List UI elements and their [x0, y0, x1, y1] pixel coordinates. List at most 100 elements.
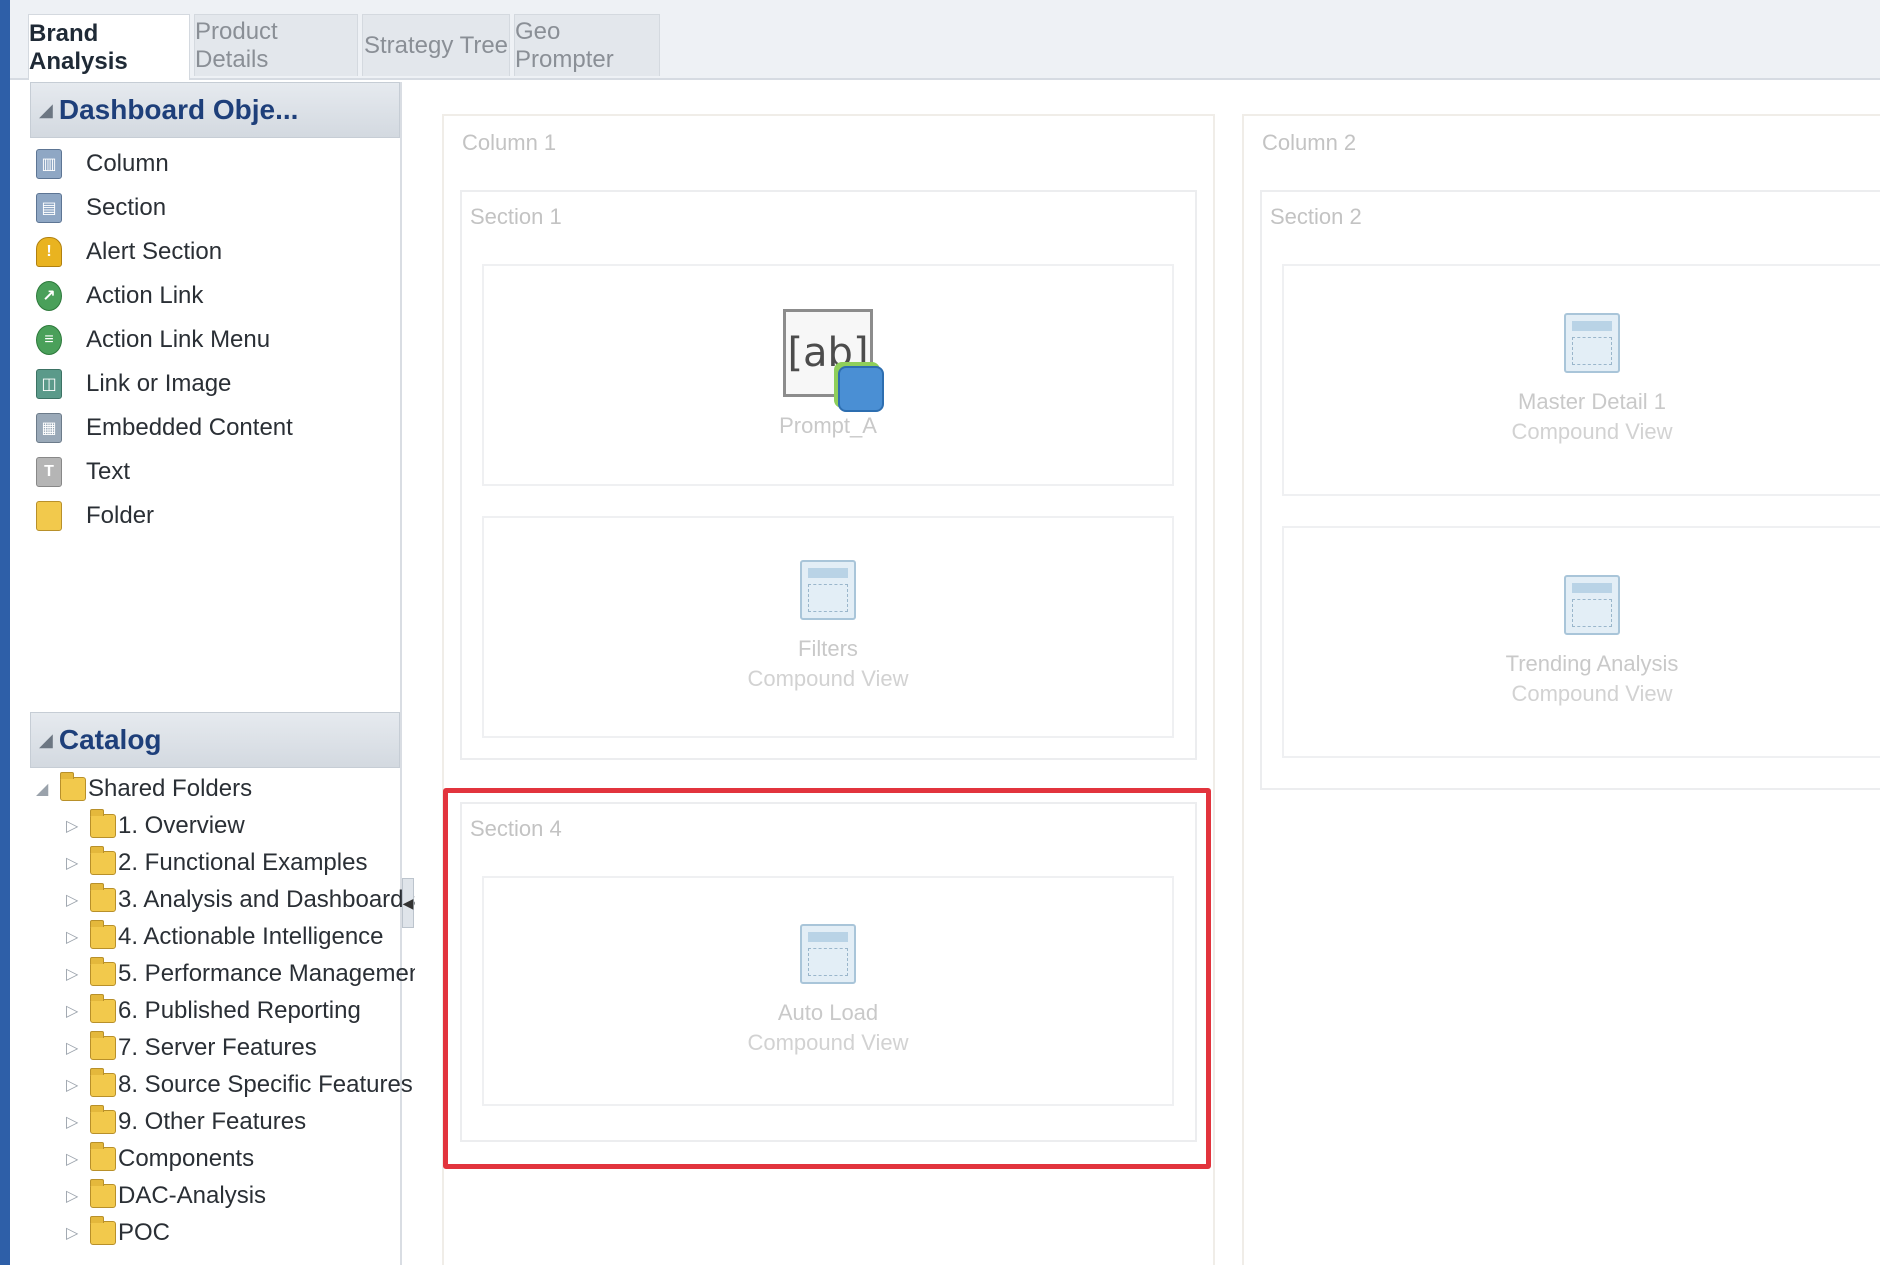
filters-view[interactable]: Filters Compound View [482, 516, 1174, 738]
tree-label: POC [118, 1219, 171, 1246]
section-4-label: Section 4 [470, 816, 562, 841]
embedded-content-icon: ▦ [36, 413, 62, 443]
folder-icon [90, 1179, 116, 1208]
auto-load-view[interactable]: Auto Load Compound View [482, 876, 1174, 1106]
object-label: Action Link [86, 282, 204, 309]
filters-subtitle: Compound View [747, 666, 909, 691]
master-detail-subtitle: Compound View [1511, 419, 1673, 444]
object-label: Section [86, 194, 167, 221]
section-4[interactable]: Section 4 Auto Load Compound View [460, 802, 1197, 1142]
tree-item[interactable]: ▷ 7. Server Features [66, 1031, 317, 1065]
tree-label: 7. Server Features [118, 1034, 317, 1061]
compound-view-icon [1564, 313, 1620, 373]
expand-arrow-icon[interactable]: ▷ [66, 816, 82, 836]
folder-icon [36, 501, 62, 531]
tree-item[interactable]: ▷ 3. Analysis and Dashboards [66, 883, 416, 917]
tree-label: Shared Folders [88, 775, 253, 802]
folder-icon [90, 957, 116, 986]
section-1-label: Section 1 [470, 204, 562, 229]
object-item-alert-section[interactable]: ! Alert Section [30, 230, 400, 274]
expand-arrow-icon[interactable]: ▷ [66, 1112, 82, 1132]
tree-item[interactable]: ▷ 2. Functional Examples [66, 846, 367, 880]
tree-item[interactable]: ▷ 1. Overview [66, 809, 245, 843]
catalog-header[interactable]: ◢ Catalog [30, 712, 400, 768]
expand-arrow-icon[interactable]: ▷ [66, 1038, 82, 1058]
folder-icon [90, 809, 116, 838]
tree-item[interactable]: ▷ 6. Published Reporting [66, 994, 361, 1028]
folder-icon [90, 1068, 116, 1097]
folder-icon [90, 883, 116, 912]
tab-geo-prompter[interactable]: Geo Prompter [514, 14, 660, 76]
tree-item[interactable]: ▷ 5. Performance Management [66, 957, 429, 991]
tree-item-shared-folders[interactable]: ◢ Shared Folders [36, 772, 252, 806]
expand-arrow-icon[interactable]: ▷ [66, 1075, 82, 1095]
object-item-action-link-menu[interactable]: ≡ Action Link Menu [30, 318, 400, 362]
folder-icon [90, 1105, 116, 1134]
tree-item[interactable]: ▷ 4. Actionable Intelligence [66, 920, 384, 954]
compound-view-icon [800, 560, 856, 620]
master-detail-view[interactable]: Master Detail 1 Compound View [1282, 264, 1880, 496]
object-item-embedded-content[interactable]: ▦ Embedded Content [30, 406, 400, 450]
tab-strategy-tree[interactable]: Strategy Tree [362, 14, 510, 76]
tree-item[interactable]: ▷ Components [66, 1142, 254, 1176]
column-1[interactable]: Column 1 Section 1 [ab] Prompt_A Filters… [442, 114, 1215, 1265]
dashboard-objects-header[interactable]: ◢ Dashboard Obje... [30, 82, 400, 138]
object-label: Text [86, 458, 131, 485]
section-2[interactable]: Section 2 Master Detail 1 Compound View … [1260, 190, 1880, 790]
trending-title: Trending Analysis [1505, 651, 1679, 676]
expand-arrow-icon[interactable]: ▷ [66, 1001, 82, 1021]
catalog-title: Catalog [58, 724, 162, 755]
expand-arrow-icon[interactable]: ▷ [66, 964, 82, 984]
folder-icon [90, 1031, 116, 1060]
prompt-overlay-icon [838, 366, 884, 412]
object-item-folder[interactable]: Folder [30, 494, 400, 538]
folder-icon [90, 846, 116, 875]
trending-subtitle: Compound View [1511, 681, 1673, 706]
expand-arrow-icon[interactable]: ▷ [66, 853, 82, 873]
master-detail-title: Master Detail 1 [1518, 389, 1666, 414]
section-1[interactable]: Section 1 [ab] Prompt_A Filters Compound… [460, 190, 1197, 760]
column-2[interactable]: Column 2 Section 2 Master Detail 1 Compo… [1242, 114, 1880, 1265]
filters-title: Filters [798, 636, 858, 661]
tree-item[interactable]: ▷ 8. Source Specific Features [66, 1068, 413, 1102]
text-icon: T [36, 457, 62, 487]
object-item-action-link[interactable]: ↗ Action Link [30, 274, 400, 318]
alert-section-icon: ! [36, 237, 62, 267]
dashboard-objects-panel: ◢ Dashboard Obje... ▥ Column ▤ Section !… [30, 82, 402, 712]
tree-label: 3. Analysis and Dashboards [118, 886, 416, 913]
dashboard-objects-title: Dashboard Obje... [58, 94, 299, 125]
tab-brand-analysis[interactable]: Brand Analysis [28, 14, 190, 80]
compound-view-icon [800, 924, 856, 984]
object-item-text[interactable]: T Text [30, 450, 400, 494]
tree-label: 2. Functional Examples [118, 849, 368, 876]
catalog-panel: ◢ Catalog ◢ Shared Folders ▷ 1. Overview… [30, 712, 429, 1265]
compound-view-icon [1564, 575, 1620, 635]
left-edge-stripe [0, 0, 10, 1265]
expand-arrow-icon[interactable]: ▷ [66, 927, 82, 947]
trending-analysis-view[interactable]: Trending Analysis Compound View [1282, 526, 1880, 758]
object-item-column[interactable]: ▥ Column [30, 142, 400, 186]
tree-label: 6. Published Reporting [118, 997, 361, 1024]
expand-arrow-icon[interactable]: ▷ [66, 1149, 82, 1169]
tree-item[interactable]: ▷ DAC-Analysis [66, 1179, 266, 1213]
prompt-view[interactable]: [ab] Prompt_A [482, 264, 1174, 486]
collapse-panel-handle[interactable]: ◀ [402, 878, 414, 928]
object-item-section[interactable]: ▤ Section [30, 186, 400, 230]
auto-load-title: Auto Load [777, 1000, 879, 1025]
tree-item[interactable]: ▷ 9. Other Features [66, 1105, 306, 1139]
tree-label: 4. Actionable Intelligence [118, 923, 384, 950]
object-label: Action Link Menu [86, 326, 271, 353]
dashboard-canvas: Column 1 Section 1 [ab] Prompt_A Filters… [415, 82, 1880, 1265]
collapse-icon[interactable]: ◢ [39, 100, 53, 121]
object-item-link-or-image[interactable]: ◫ Link or Image [30, 362, 400, 406]
tree-item[interactable]: ▷ POC [66, 1216, 170, 1250]
action-link-menu-icon: ≡ [36, 325, 62, 355]
expand-arrow-icon[interactable]: ▷ [66, 1186, 82, 1206]
expand-arrow-icon[interactable]: ▷ [66, 890, 82, 910]
auto-load-subtitle: Compound View [747, 1030, 909, 1055]
expand-arrow-icon[interactable]: ▷ [66, 1223, 82, 1243]
collapse-icon[interactable]: ◢ [39, 730, 53, 751]
tab-product-details[interactable]: Product Details [194, 14, 358, 76]
expanded-arrow-icon[interactable]: ◢ [36, 779, 52, 799]
column-2-label: Column 2 [1262, 130, 1357, 155]
